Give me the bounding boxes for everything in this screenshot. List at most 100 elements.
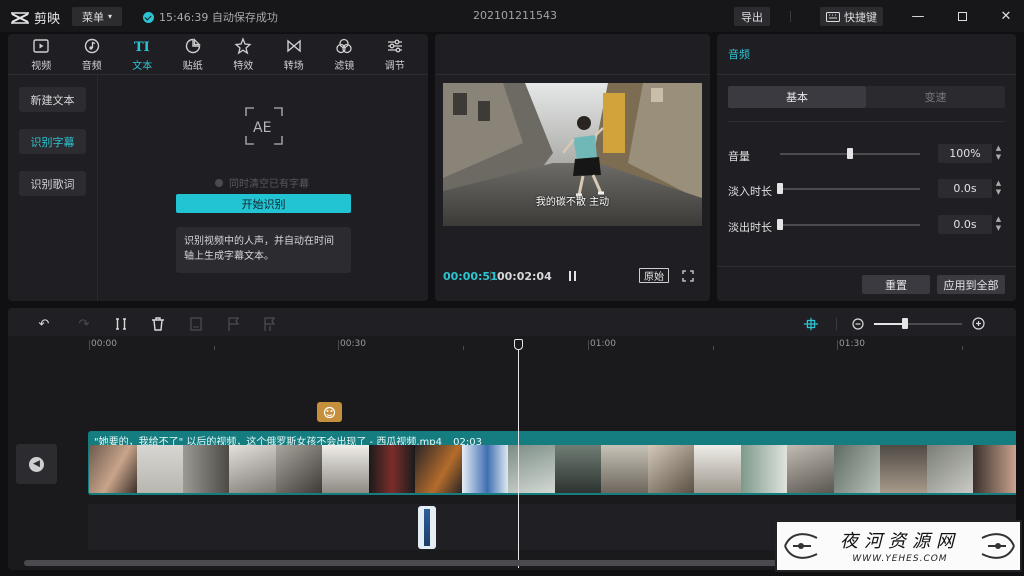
- tab-label: 视频: [31, 60, 52, 72]
- playhead-handle[interactable]: [514, 339, 523, 350]
- fade-out-label: 淡出时长: [728, 221, 772, 234]
- thumbnail: [322, 445, 369, 493]
- ruler-tick: [214, 346, 215, 350]
- start-recognition-button[interactable]: 开始识别: [176, 194, 351, 213]
- export-label: 导出: [741, 10, 763, 24]
- thumbnail: [648, 445, 694, 493]
- thumbnail: [927, 445, 973, 493]
- volume-slider-handle[interactable]: [847, 148, 853, 159]
- media-tabs: 视频 音频 TI 文本 贴纸 特效 转场 滤镜 调节: [8, 34, 428, 74]
- thumbnail: [89, 445, 137, 493]
- tab-speed[interactable]: 变速: [866, 86, 1005, 108]
- thumbnail: [555, 445, 601, 493]
- minimize-icon[interactable]: —: [908, 6, 928, 26]
- export-button[interactable]: 导出: [734, 7, 770, 26]
- fade-in-stepper[interactable]: ▲ ▼: [993, 179, 1004, 198]
- zoom-slider-fill: [874, 323, 905, 325]
- clear-existing-option[interactable]: 同时清空已有字幕: [215, 175, 309, 190]
- thumbnail: [973, 445, 1016, 493]
- audio-icon: [84, 38, 99, 53]
- undo-icon[interactable]: ↶: [36, 316, 52, 332]
- zoom-out-icon[interactable]: [852, 318, 865, 331]
- effects-icon: [234, 36, 252, 54]
- text-icon: TI: [134, 40, 150, 55]
- marker-icon[interactable]: [226, 316, 242, 332]
- fade-out-slider[interactable]: [780, 224, 920, 226]
- fullscreen-icon[interactable]: [682, 270, 694, 282]
- volume-label: 音量: [728, 150, 750, 163]
- video-subtitle: 我的碳不散 主动: [535, 197, 610, 208]
- new-text-button[interactable]: 新建文本: [19, 87, 86, 112]
- title-bar: 剪映 菜单 ▾ 15:46:39 自动保存成功 202101211543 导出 …: [0, 0, 1024, 32]
- project-name: 202101211543: [473, 9, 557, 22]
- thumbnail: [183, 445, 229, 493]
- thumbnail: [276, 445, 322, 493]
- crop-icon[interactable]: [262, 316, 278, 332]
- tab-transition[interactable]: 转场: [272, 34, 316, 74]
- chevron-down-icon: ▾: [107, 12, 112, 21]
- thumbnail: [229, 445, 276, 493]
- thumbnail: [601, 445, 648, 493]
- tab-video[interactable]: 视频: [19, 34, 63, 74]
- fade-in-input[interactable]: 0.0s: [938, 179, 992, 198]
- maximize-icon[interactable]: [952, 6, 972, 26]
- speaker-icon: ◀: [29, 456, 44, 472]
- ruler-label: 00:00: [91, 339, 117, 349]
- timeline-scrollbar[interactable]: [24, 560, 784, 566]
- zoom-in-icon[interactable]: [972, 317, 986, 331]
- auto-snap-icon[interactable]: [803, 316, 819, 332]
- filter-icon: [323, 406, 336, 418]
- volume-input[interactable]: 100%: [938, 144, 992, 163]
- effect-clip[interactable]: [317, 402, 342, 422]
- app-logo: 剪映: [10, 8, 60, 27]
- svg-text:AE: AE: [253, 120, 271, 136]
- tab-label: 特效: [233, 60, 254, 72]
- fade-out-input[interactable]: 0.0s: [938, 215, 992, 234]
- filter-icon: [336, 38, 352, 53]
- apply-all-button[interactable]: 应用到全部: [937, 275, 1005, 294]
- tab-audio[interactable]: 音频: [70, 34, 114, 74]
- tab-text[interactable]: TI 文本: [120, 34, 164, 74]
- split-icon[interactable]: [113, 316, 129, 332]
- tab-basic[interactable]: 基本: [728, 86, 866, 108]
- checkbox-icon: [215, 178, 223, 187]
- tab-effects[interactable]: 特效: [221, 34, 265, 74]
- watermark: 夜河资源网 WWW.YEHES.COM: [775, 520, 1022, 572]
- reset-button[interactable]: 重置: [862, 275, 930, 294]
- tab-sticker[interactable]: 贴纸: [171, 34, 215, 74]
- pause-icon[interactable]: [566, 271, 578, 282]
- tab-label: 调节: [384, 60, 405, 72]
- fade-out-slider-handle[interactable]: [777, 219, 783, 230]
- delete-icon[interactable]: [150, 316, 166, 332]
- redo-icon[interactable]: ↷: [76, 316, 92, 332]
- track-mute-button[interactable]: ◀: [16, 444, 57, 484]
- ruler-tick: [588, 340, 589, 350]
- fade-out-stepper[interactable]: ▲ ▼: [993, 215, 1004, 234]
- recognize-lyrics-button[interactable]: 识别歌词: [19, 171, 86, 196]
- tab-filter[interactable]: 滤镜: [322, 34, 366, 74]
- shortcut-label: 快捷键: [844, 10, 877, 24]
- divider: [836, 318, 837, 330]
- freeze-frame-icon[interactable]: [188, 316, 204, 332]
- menu-button[interactable]: 菜单 ▾: [72, 7, 122, 26]
- close-icon[interactable]: ✕: [996, 6, 1016, 26]
- adjust-icon: [387, 39, 402, 52]
- divider: [717, 74, 1016, 75]
- autosave-text: 15:46:39 自动保存成功: [159, 11, 278, 24]
- keyboard-icon: [826, 11, 840, 22]
- shortcut-button[interactable]: 快捷键: [820, 7, 883, 26]
- original-ratio-button[interactable]: 原始: [639, 268, 669, 283]
- recognition-hint: 识别视频中的人声，并自动在时间轴上生成字幕文本。: [176, 227, 351, 273]
- divider: [97, 75, 98, 301]
- fade-in-slider[interactable]: [780, 188, 920, 190]
- tab-label: 转场: [283, 60, 304, 72]
- volume-stepper[interactable]: ▲ ▼: [993, 144, 1004, 163]
- tab-adjust[interactable]: 调节: [373, 34, 417, 74]
- transition-clip[interactable]: [418, 506, 436, 549]
- zoom-slider-handle[interactable]: [901, 318, 908, 329]
- playhead-line: [518, 347, 519, 568]
- thumbnail: [834, 445, 880, 493]
- recognize-subtitles-button[interactable]: 识别字幕: [19, 129, 86, 154]
- fade-in-slider-handle[interactable]: [777, 183, 783, 194]
- divider: [790, 11, 791, 22]
